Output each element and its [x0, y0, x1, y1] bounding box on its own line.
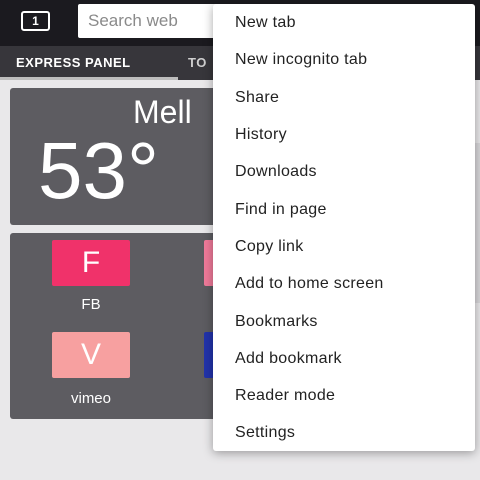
menu-item-find-in-page[interactable]: Find in page [235, 191, 327, 228]
menu-item-add-bookmark[interactable]: Add bookmark [235, 340, 342, 377]
menu-item-share[interactable]: Share [235, 79, 279, 116]
tab-express-panel[interactable]: EXPRESS PANEL [16, 46, 131, 80]
tab-second-panel[interactable]: TO [188, 46, 207, 80]
speed-dial-label-vimeo: vimeo [70, 390, 111, 407]
tab-switcher-button[interactable]: 1 [21, 11, 50, 31]
menu-item-copy-link[interactable]: Copy link [235, 228, 304, 265]
speed-dial-tile-vimeo[interactable]: V [52, 332, 130, 378]
menu-item-bookmarks[interactable]: Bookmarks [235, 303, 318, 340]
menu-item-settings[interactable]: Settings [235, 414, 295, 451]
menu-item-downloads[interactable]: Downloads [235, 153, 317, 190]
speed-dial-tile-fb[interactable]: F [52, 240, 130, 286]
menu-item-history[interactable]: History [235, 116, 287, 153]
menu-item-new-tab[interactable]: New tab [235, 4, 296, 41]
menu-item-reader-mode[interactable]: Reader mode [235, 377, 335, 414]
active-tab-indicator [0, 77, 178, 80]
overflow-menu: New tab New incognito tab Share History … [213, 4, 475, 451]
speed-dial-label-fb: FB [81, 296, 101, 313]
weather-temperature: 53° [38, 126, 159, 215]
menu-item-add-to-home-screen[interactable]: Add to home screen [235, 265, 384, 302]
menu-item-new-incognito-tab[interactable]: New incognito tab [235, 41, 367, 78]
